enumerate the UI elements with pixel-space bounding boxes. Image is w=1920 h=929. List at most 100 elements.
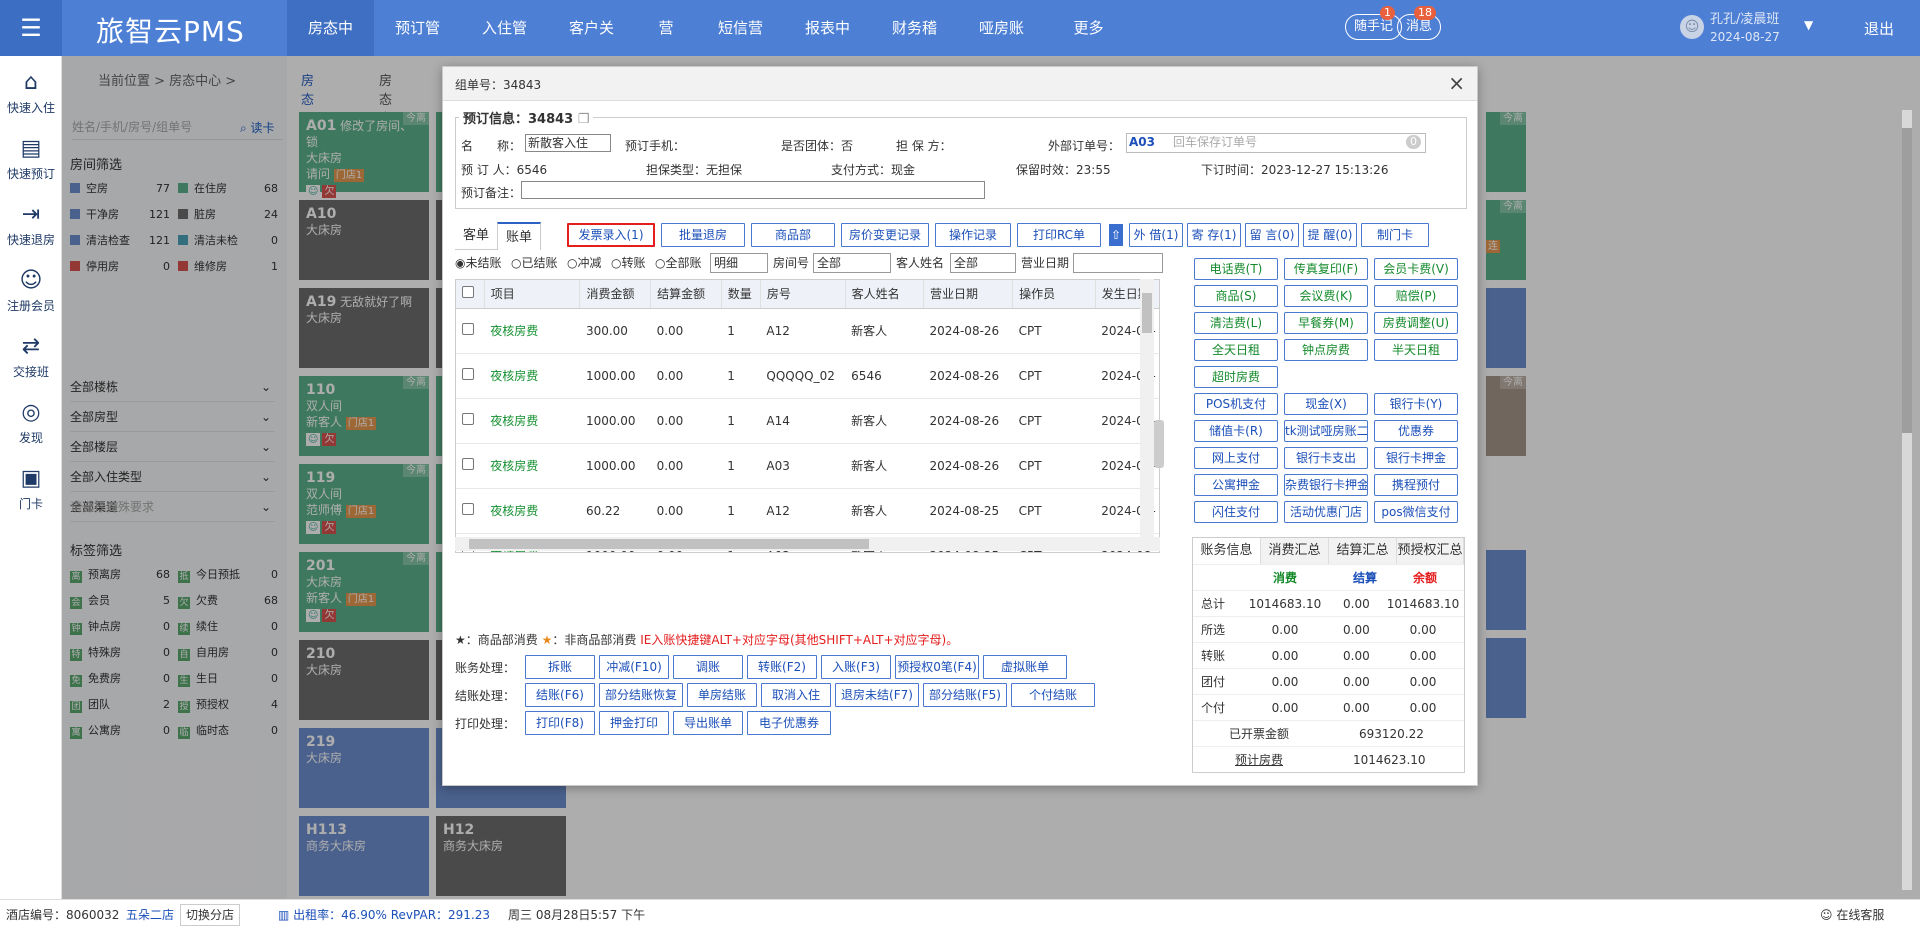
payment-button[interactable]: tk测试哑房账二 xyxy=(1284,420,1368,442)
sidenav-item[interactable]: ☺ 注册会员 xyxy=(0,268,62,314)
acct-button[interactable]: 预授权0笔(F4) xyxy=(895,655,979,679)
payment-button[interactable]: 银行卡押金 xyxy=(1374,447,1458,469)
side-tool-button[interactable]: 寄 存(1) xyxy=(1187,223,1241,247)
room-no-select[interactable]: 全部 xyxy=(813,253,891,273)
payment-button[interactable]: 银行卡(Y) xyxy=(1374,393,1458,415)
row-checkbox[interactable] xyxy=(462,368,474,380)
acct-button[interactable]: 虚拟账单 xyxy=(983,655,1067,679)
acct-button[interactable]: 入账(F3) xyxy=(821,655,891,679)
charge-button[interactable]: 超时房费 xyxy=(1194,366,1278,388)
payment-button[interactable]: 网上支付 xyxy=(1194,447,1278,469)
row-checkbox[interactable] xyxy=(462,458,474,470)
sidenav-item[interactable]: ◎ 发现 xyxy=(0,400,62,446)
filter-radio[interactable]: ○冲减 xyxy=(567,254,602,271)
side-tool-button[interactable]: 制门卡 xyxy=(1361,223,1429,247)
panel-splitter[interactable] xyxy=(1154,420,1164,468)
account-summary-tab[interactable]: 结算汇总 xyxy=(1329,538,1397,564)
close-icon[interactable]: × xyxy=(1448,71,1465,95)
print-button[interactable]: 电子优惠券 xyxy=(747,711,831,735)
row-select-cell[interactable] xyxy=(456,353,485,399)
bill-tool-button[interactable]: 打印RC单 xyxy=(1017,223,1101,247)
settle-button[interactable]: 部分结账(F5) xyxy=(923,683,1007,707)
charge-button[interactable]: 商品(S) xyxy=(1194,285,1278,307)
sidenav-item[interactable]: ⌂ 快速入住 xyxy=(0,70,62,116)
row-select-cell[interactable] xyxy=(456,308,485,354)
payment-button[interactable]: 银行卡支出 xyxy=(1284,447,1368,469)
filter-radio[interactable]: ◉未结账 xyxy=(455,254,502,271)
sidenav-item[interactable]: ▣ 门卡 xyxy=(0,466,62,512)
branch-name[interactable]: 五朵二店 xyxy=(126,900,174,929)
charge-button[interactable]: 会议费(K) xyxy=(1284,285,1368,307)
tab-guest-order[interactable]: 客单 xyxy=(455,222,497,250)
external-order-input[interactable]: A03 回车保存订单号 0 xyxy=(1126,133,1426,153)
nav-item[interactable]: 客户关系 xyxy=(548,0,635,93)
filter-radio[interactable]: ○全部账 xyxy=(655,254,702,271)
bill-tool-button[interactable]: 批量退房 xyxy=(661,223,745,247)
charge-button[interactable]: 传真复印(F) xyxy=(1284,258,1368,280)
account-summary-tab[interactable]: 消费汇总 xyxy=(1261,538,1329,564)
table-row[interactable]: 夜核房费 1000.00 0.00 1 A14 新客人 2024-08-26 CPT 2024-… xyxy=(456,398,1159,444)
guest-name-select[interactable]: 全部 xyxy=(950,253,1016,273)
account-summary-tab[interactable]: 账务信息 xyxy=(1193,538,1261,564)
payment-button[interactable]: 优惠券 xyxy=(1374,420,1458,442)
settle-button[interactable]: 退房未结(F7) xyxy=(835,683,919,707)
settle-button[interactable]: 个付结账 xyxy=(1011,683,1095,707)
table-row[interactable]: 夜核房费 1000.00 0.00 1 A03 新客人 2024-08-26 CPT 2024-… xyxy=(456,443,1159,489)
charge-button[interactable]: 电话费(T) xyxy=(1194,258,1278,280)
nav-item[interactable]: 报表中心 xyxy=(784,0,871,93)
sidenav-item[interactable]: ⇄ 交接班 xyxy=(0,334,62,380)
payment-button[interactable]: 现金(X) xyxy=(1284,393,1368,415)
acct-button[interactable]: 调账 xyxy=(673,655,743,679)
notes-button[interactable]: 随手记 1 xyxy=(1345,6,1403,40)
chevron-down-icon[interactable]: ▼ xyxy=(1804,18,1813,32)
payment-button[interactable]: 携程预付 xyxy=(1374,474,1458,496)
nav-item[interactable]: 哑房账 xyxy=(958,0,1045,56)
copy-icon[interactable]: ❐ xyxy=(578,112,590,127)
row-select-cell[interactable] xyxy=(456,443,485,489)
side-tool-button[interactable]: 留 言(0) xyxy=(1245,223,1299,247)
charge-button[interactable]: 赔偿(P) xyxy=(1374,285,1458,307)
row-select-cell[interactable] xyxy=(456,398,485,444)
payment-button[interactable]: pos微信支付 xyxy=(1374,501,1458,523)
charge-button[interactable]: 半天日租 xyxy=(1374,339,1458,361)
settle-button[interactable]: 单房结账 xyxy=(687,683,757,707)
row-checkbox[interactable] xyxy=(462,323,474,335)
row-select-cell[interactable] xyxy=(456,488,485,534)
charge-button[interactable]: 钟点房费 xyxy=(1284,339,1368,361)
charge-button[interactable]: 清洁费(L) xyxy=(1194,312,1278,334)
bill-tool-button[interactable]: 商品部 xyxy=(751,223,835,247)
side-tool-button[interactable]: 外 借(1) xyxy=(1129,223,1183,247)
select-all-checkbox[interactable] xyxy=(462,286,474,299)
payment-button[interactable]: 杂费银行卡押金 xyxy=(1284,474,1368,496)
select-all-header[interactable] xyxy=(456,280,485,309)
print-button[interactable]: 导出账单 xyxy=(673,711,743,735)
nav-item[interactable]: 预订管理 xyxy=(374,0,461,93)
hamburger-icon[interactable]: ☰ xyxy=(0,0,62,56)
settle-button[interactable]: 结账(F6) xyxy=(525,683,595,707)
sidenav-item[interactable]: ⇥ 快速退房 xyxy=(0,202,62,248)
table-row[interactable]: 夜核房费 60.22 0.00 1 A12 新客人 2024-08-25 CPT 2024-08… xyxy=(456,488,1159,534)
bill-tool-button[interactable]: 房价变更记录 xyxy=(841,223,929,247)
payment-button[interactable]: 闪住支付 xyxy=(1194,501,1278,523)
nav-item[interactable]: 营销 xyxy=(635,0,697,93)
hscroll-thumb[interactable] xyxy=(469,539,869,549)
estimated-label[interactable]: 预计房费 xyxy=(1235,747,1283,773)
side-tool-button[interactable]: 提 醒(0) xyxy=(1303,223,1357,247)
settle-button[interactable]: 部分结账恢复 xyxy=(599,683,683,707)
settle-button[interactable]: 取消入住 xyxy=(761,683,831,707)
filter-radio[interactable]: ○已结账 xyxy=(511,254,558,271)
logout-button[interactable]: 退出 xyxy=(1864,18,1894,39)
detail-select[interactable]: 明细 xyxy=(710,253,768,273)
print-button[interactable]: 打印(F8) xyxy=(525,711,595,735)
payment-button[interactable]: 活动优惠门店 xyxy=(1284,501,1368,523)
filter-radio[interactable]: ○转账 xyxy=(611,254,646,271)
row-checkbox[interactable] xyxy=(462,503,474,515)
charge-button[interactable]: 房费调整(U) xyxy=(1374,312,1458,334)
payment-button[interactable]: POS机支付 xyxy=(1194,393,1278,415)
sidenav-item[interactable]: ▤ 快速预订 xyxy=(0,136,62,182)
user-name[interactable]: 孔孔/凌晨班 xyxy=(1710,13,1779,27)
bill-tool-button[interactable]: 发票录入(1) xyxy=(567,223,655,247)
payment-button[interactable]: 公寓押金 xyxy=(1194,474,1278,496)
switch-branch-button[interactable]: 切换分店 xyxy=(180,904,241,926)
acct-button[interactable]: 冲减(F10) xyxy=(599,655,669,679)
